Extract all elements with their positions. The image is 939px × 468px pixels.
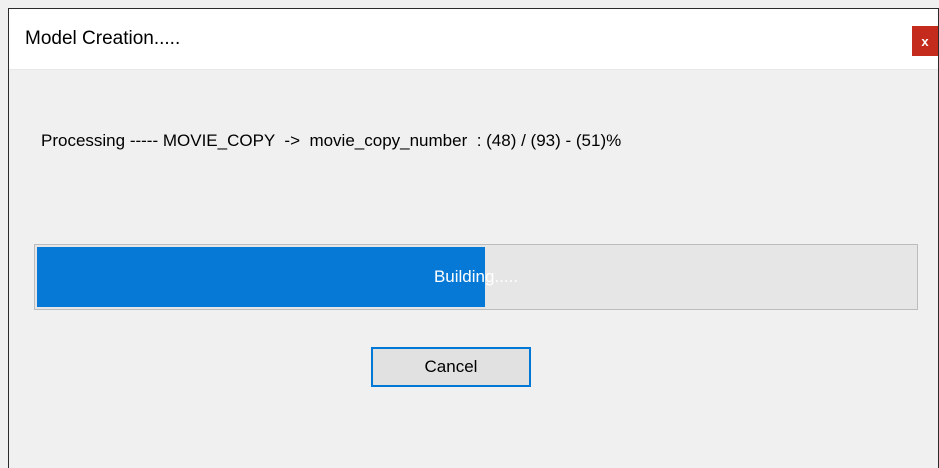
cancel-button[interactable]: Cancel <box>371 347 531 387</box>
dialog-title: Model Creation..... <box>25 28 181 49</box>
progress-bar: Building..... <box>34 244 918 310</box>
model-creation-dialog: Model Creation..... x Processing ----- M… <box>8 8 939 468</box>
processing-status-text: Processing ----- MOVIE_COPY -> movie_cop… <box>41 131 622 150</box>
progress-label: Building..... <box>433 267 519 286</box>
close-icon: x <box>921 33 929 49</box>
close-button[interactable]: x <box>912 26 938 56</box>
title-bar: Model Creation..... x <box>9 9 938 70</box>
